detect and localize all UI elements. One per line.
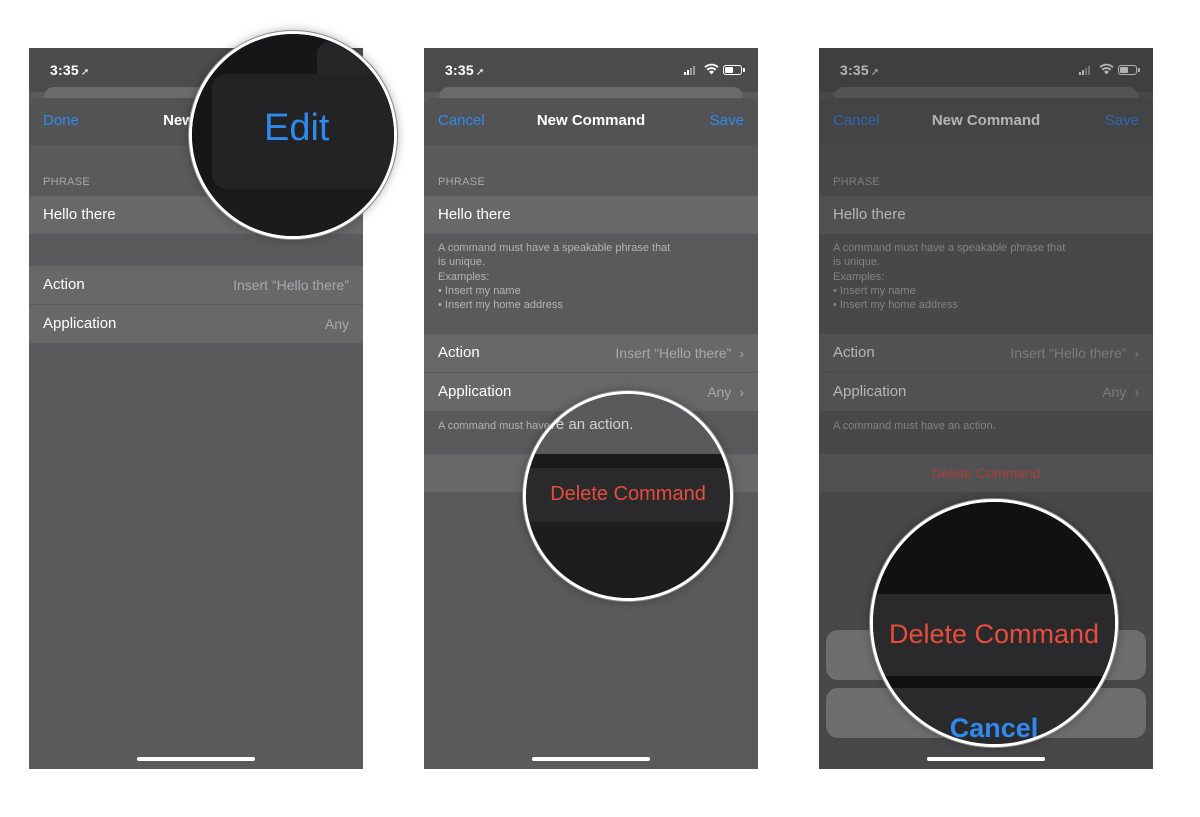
- action-row[interactable]: Action Insert “Hello there”: [29, 266, 363, 304]
- status-bar: 3:35 ➚: [424, 48, 758, 92]
- home-indicator: [137, 757, 255, 761]
- action-row[interactable]: Action Insert “Hello there” ›: [424, 334, 758, 372]
- magnifier-edit: Edit: [189, 31, 397, 239]
- battery-icon: [723, 65, 745, 75]
- phrase-field[interactable]: Hello there: [424, 196, 758, 234]
- location-arrow-icon: ➚: [80, 67, 90, 78]
- save-button[interactable]: Save: [710, 112, 744, 129]
- phrase-value: Hello there: [438, 206, 511, 223]
- delete-command-button-magnified[interactable]: Delete Command: [526, 483, 730, 506]
- action-label: Action: [43, 276, 85, 293]
- application-row[interactable]: Application Any: [29, 305, 363, 343]
- navigation-bar: Cancel New Command Save: [424, 98, 758, 145]
- action-label: Action: [438, 344, 480, 361]
- chevron-right-icon: ›: [739, 384, 744, 400]
- action-value: Insert “Hello there”: [233, 277, 349, 293]
- delete-command-button-magnified[interactable]: Delete Command: [873, 619, 1115, 650]
- cancel-button-magnified[interactable]: Cancel: [873, 713, 1115, 744]
- home-indicator: [532, 757, 650, 761]
- action-value: Insert “Hello there”: [615, 345, 732, 361]
- edit-button-magnified[interactable]: Edit: [264, 107, 329, 150]
- application-label: Application: [438, 383, 512, 400]
- phrase-footer: A command must have a speakable phrase t…: [438, 242, 671, 312]
- location-arrow-icon: ➚: [475, 67, 485, 78]
- magnified-action-footer: ave an action.: [540, 416, 634, 433]
- phrase-value: Hello there: [43, 206, 116, 223]
- signal-icon: [684, 65, 698, 75]
- status-time: 3:35 ➚: [445, 62, 485, 78]
- magnifier-delete: ave an action. Delete Command: [523, 391, 733, 601]
- application-label: Application: [43, 315, 117, 332]
- nav-title: New Command: [536, 112, 646, 129]
- phrase-section-header: PHRASE: [43, 176, 91, 188]
- magnifier-action-sheet: Delete Command Cancel: [870, 499, 1118, 747]
- application-value: Any: [324, 316, 349, 332]
- home-indicator: [927, 757, 1045, 761]
- phrase-section-header: PHRASE: [438, 176, 486, 188]
- chevron-right-icon: ›: [739, 345, 744, 361]
- status-time: 3:35 ➚: [50, 62, 90, 78]
- wifi-icon: [704, 63, 719, 75]
